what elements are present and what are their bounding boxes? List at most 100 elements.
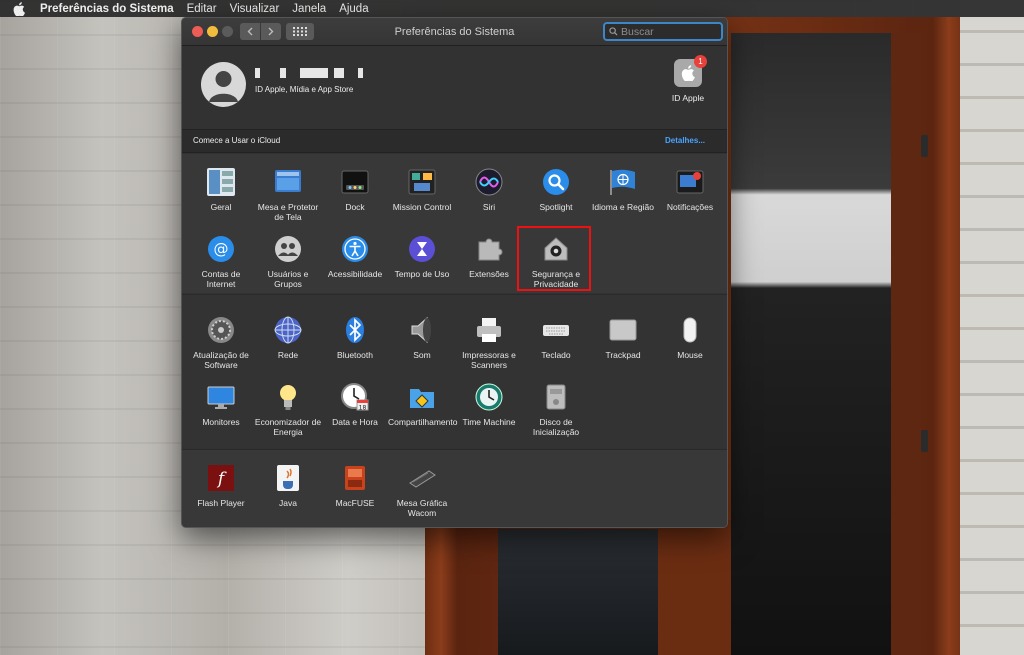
sharing-icon <box>407 382 437 412</box>
pane-label: Disco de Inicialização <box>532 417 580 437</box>
wall-right <box>960 0 1024 655</box>
general-icon <box>206 167 236 197</box>
software-update-icon <box>206 315 236 345</box>
pane-label: Flash Player <box>197 498 245 508</box>
pane-users-groups[interactable]: Usuários e Grupos <box>254 234 322 289</box>
username-redacted <box>255 68 363 79</box>
mission-control-icon <box>407 167 437 197</box>
pane-label: Usuários e Grupos <box>267 269 309 289</box>
search-icon <box>609 27 618 36</box>
pane-label: Notificações <box>666 202 714 212</box>
pane-label: Trackpad <box>605 350 641 360</box>
screen-time-icon <box>407 234 437 264</box>
third-party-section: f Flash Player Java MacFUSE Mesa Gráfica… <box>182 449 727 527</box>
pane-label: Tempo de Uso <box>394 269 450 279</box>
pane-label: Contas de Internet <box>201 269 241 289</box>
pane-java[interactable]: Java <box>254 463 322 508</box>
pane-extensions[interactable]: Extensões <box>455 234 523 279</box>
account-subtitle: ID Apple, Mídia e App Store <box>255 85 354 94</box>
apple-menu-icon[interactable] <box>13 1 27 16</box>
menu-editar[interactable]: Editar <box>187 3 217 15</box>
pane-label: Som <box>413 350 431 360</box>
pane-notifications[interactable]: Notificações <box>656 167 724 212</box>
pane-label: Mission Control <box>392 202 452 212</box>
search-box[interactable] <box>603 22 723 41</box>
icloud-prompt: Comece a Usar o iCloud <box>193 136 281 145</box>
pane-label: Data e Hora <box>332 417 378 427</box>
pane-accessibility[interactable]: Acessibilidade <box>321 234 389 279</box>
pane-dock[interactable]: Dock <box>321 167 389 212</box>
pane-printers[interactable]: Impressoras e Scanners <box>455 315 523 370</box>
wacom-icon <box>407 463 437 493</box>
startup-disk-icon <box>541 382 571 412</box>
pane-language[interactable]: Idioma e Região <box>589 167 657 212</box>
search-input[interactable] <box>621 25 716 38</box>
pane-trackpad[interactable]: Trackpad <box>589 315 657 360</box>
menu-app-name[interactable]: Preferências do Sistema <box>40 3 174 15</box>
pane-bluetooth[interactable]: Bluetooth <box>321 315 389 360</box>
pane-label: Mesa e Protetor de Tela <box>257 202 319 222</box>
pane-label: Mesa Gráfica Wacom <box>396 498 448 518</box>
door-glass <box>731 33 891 655</box>
pane-label: Geral <box>210 202 232 212</box>
personal-section: Geral Mesa e Protetor de Tela Dock Missi… <box>182 154 727 293</box>
notifications-icon <box>675 167 705 197</box>
pane-date-time[interactable]: 18 Data e Hora <box>321 382 389 427</box>
pane-startup-disk[interactable]: Disco de Inicialização <box>522 382 590 437</box>
pane-keyboard[interactable]: Teclado <box>522 315 590 360</box>
pane-network[interactable]: Rede <box>254 315 322 360</box>
pane-sound[interactable]: Som <box>388 315 456 360</box>
account-section: ID Apple, Mídia e App Store 1 ID Apple <box>182 47 727 129</box>
pane-label: MacFUSE <box>335 498 375 508</box>
pane-macfuse[interactable]: MacFUSE <box>321 463 389 508</box>
pane-label: Monitores <box>202 417 240 427</box>
dock-icon <box>340 167 370 197</box>
pane-screen-time[interactable]: Tempo de Uso <box>388 234 456 279</box>
avatar[interactable] <box>201 62 246 107</box>
menu-bar: Preferências do Sistema Editar Visualiza… <box>0 0 1024 17</box>
flash-icon: f <box>206 463 236 493</box>
pane-software-update[interactable]: Atualização de Software <box>187 315 255 370</box>
macfuse-icon <box>340 463 370 493</box>
svg-text:18: 18 <box>359 405 367 412</box>
time-machine-icon <box>474 382 504 412</box>
pane-mouse[interactable]: Mouse <box>656 315 724 360</box>
pane-flash-player[interactable]: f Flash Player <box>187 463 255 508</box>
pane-general[interactable]: Geral <box>187 167 255 212</box>
highlight-box <box>517 226 591 291</box>
energy-icon <box>273 382 303 412</box>
menu-janela[interactable]: Janela <box>292 3 326 15</box>
pane-label: Extensões <box>469 269 509 279</box>
menu-visualizar[interactable]: Visualizar <box>230 3 280 15</box>
pane-mission-control[interactable]: Mission Control <box>388 167 456 212</box>
pane-energy-saver[interactable]: Economizador de Energia <box>254 382 322 437</box>
pane-sharing[interactable]: Compartilhamento <box>388 382 457 427</box>
pane-wacom[interactable]: Mesa Gráfica Wacom <box>388 463 456 518</box>
hardware-section: Atualização de Software Rede Bluetooth S… <box>182 294 727 448</box>
pane-label: Bluetooth <box>337 350 373 360</box>
pane-displays[interactable]: Monitores <box>187 382 255 427</box>
door-mullion-lower <box>658 520 731 655</box>
extensions-icon <box>474 234 504 264</box>
accessibility-icon <box>340 234 370 264</box>
pane-siri[interactable]: Siri <box>455 167 523 212</box>
keyboard-icon <box>541 315 571 345</box>
door-hinge <box>921 430 928 452</box>
door-hinge <box>921 135 928 157</box>
spotlight-icon <box>541 167 571 197</box>
pane-label: Idioma e Região <box>592 202 654 212</box>
pane-label: Spotlight <box>539 202 573 212</box>
sound-icon <box>407 315 437 345</box>
language-icon <box>608 167 638 197</box>
door-mullion <box>891 33 921 655</box>
pane-time-machine[interactable]: Time Machine <box>455 382 523 427</box>
pane-spotlight[interactable]: Spotlight <box>522 167 590 212</box>
icloud-details-link[interactable]: Detalhes... <box>665 136 705 145</box>
pane-desktop[interactable]: Mesa e Protetor de Tela <box>254 167 322 222</box>
pane-label: Economizador de Energia <box>254 417 322 437</box>
menu-ajuda[interactable]: Ajuda <box>339 3 368 15</box>
bluetooth-icon <box>340 315 370 345</box>
printer-icon <box>474 315 504 345</box>
pane-internet-accounts[interactable]: @ Contas de Internet <box>187 234 255 289</box>
apple-id-pane[interactable]: 1 ID Apple <box>660 55 716 103</box>
